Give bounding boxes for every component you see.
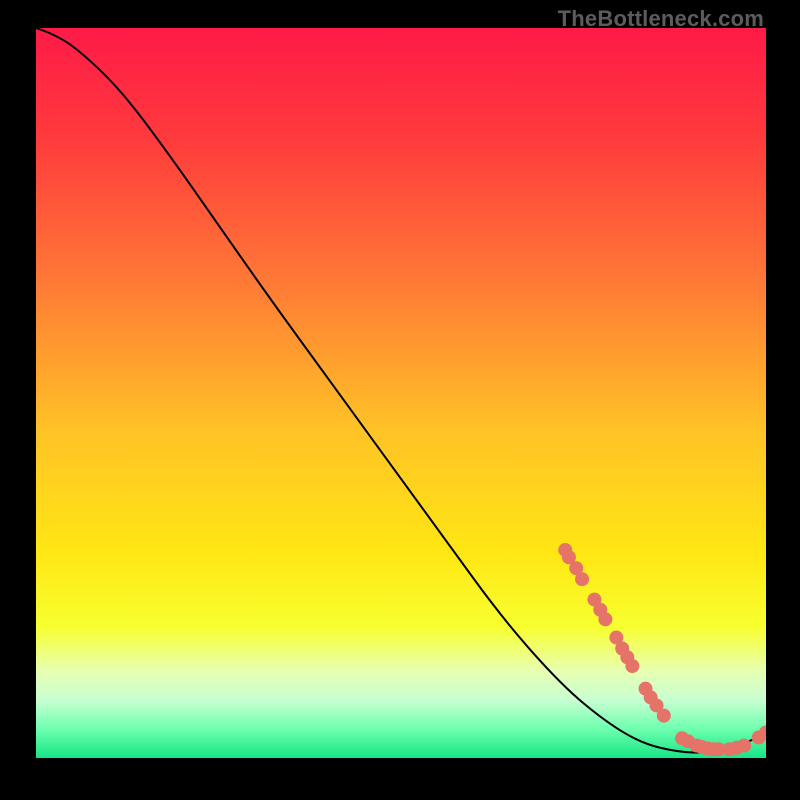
- marker-dot: [598, 612, 612, 626]
- gradient-background: [36, 28, 766, 758]
- marker-dot: [575, 572, 589, 586]
- chart-stage: TheBottleneck.com: [0, 0, 800, 800]
- bottleneck-chart: [36, 28, 766, 758]
- marker-dot: [625, 659, 639, 673]
- marker-dot: [737, 739, 751, 753]
- marker-dot: [657, 709, 671, 723]
